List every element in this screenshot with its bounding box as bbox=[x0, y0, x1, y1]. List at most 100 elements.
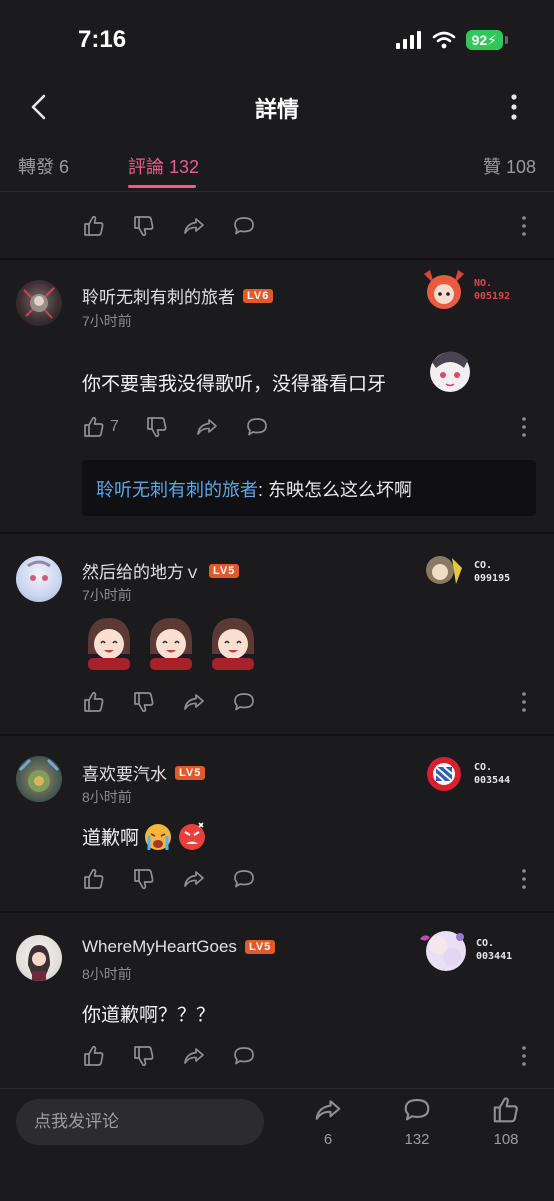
tab-comments[interactable]: 評論 132 bbox=[128, 153, 199, 179]
comment-icon bbox=[234, 693, 254, 711]
reply-button[interactable] bbox=[232, 867, 256, 891]
bottom-action-bar: 6 132 108 bbox=[0, 1088, 554, 1201]
reply-button[interactable] bbox=[232, 1044, 256, 1068]
share-button[interactable] bbox=[182, 1044, 206, 1068]
thumbs-down-icon bbox=[134, 1046, 154, 1067]
repost-button[interactable]: 6 bbox=[298, 1095, 358, 1148]
thumbs-down-icon bbox=[134, 216, 154, 237]
fan-badge: CO. 003544 bbox=[420, 752, 510, 796]
fan-badge: CO. 099195 bbox=[420, 550, 510, 594]
more-options-icon[interactable] bbox=[518, 690, 530, 714]
thumbs-down-icon bbox=[134, 869, 154, 890]
share-button[interactable] bbox=[195, 415, 219, 439]
share-icon bbox=[184, 1048, 204, 1064]
comment-count: 132 bbox=[404, 1131, 430, 1148]
action-row bbox=[82, 866, 282, 892]
like-button[interactable] bbox=[82, 1044, 106, 1068]
reply-content: 聆听无刺有刺的旅者: 东映怎么这么坏啊 bbox=[96, 476, 412, 502]
status-time: 7:16 bbox=[78, 26, 127, 53]
like-button[interactable] bbox=[82, 690, 106, 714]
like-button[interactable] bbox=[82, 214, 106, 238]
dislike-button[interactable] bbox=[132, 1044, 156, 1068]
action-row bbox=[82, 689, 282, 715]
more-options-icon[interactable] bbox=[518, 415, 530, 439]
username[interactable]: 然后给的地方ｖ bbox=[82, 558, 201, 583]
like-post-button[interactable]: 108 bbox=[476, 1095, 536, 1148]
level-badge: LV5 bbox=[209, 563, 240, 578]
timestamp: 8小时前 bbox=[82, 789, 132, 805]
status-icons: 92⚡ bbox=[395, 30, 508, 50]
more-options-icon[interactable] bbox=[518, 1044, 530, 1068]
share-button[interactable] bbox=[182, 690, 206, 714]
badge-art bbox=[426, 556, 462, 584]
avatar[interactable] bbox=[16, 935, 62, 981]
comment-input[interactable] bbox=[16, 1099, 264, 1145]
badge-art bbox=[424, 270, 464, 309]
more-vertical-icon[interactable] bbox=[504, 92, 524, 122]
share-button[interactable] bbox=[182, 867, 206, 891]
page-title: 詳情 bbox=[254, 97, 299, 122]
avatar[interactable] bbox=[16, 556, 62, 602]
avatar-art bbox=[18, 758, 60, 792]
comment-text: 你道歉啊？？？ bbox=[82, 1005, 216, 1026]
like-button[interactable]: 7 bbox=[82, 415, 119, 439]
thumbs-down-icon bbox=[134, 692, 154, 713]
thumbs-up-icon bbox=[84, 868, 104, 889]
divider bbox=[0, 734, 554, 736]
like-button[interactable] bbox=[82, 867, 106, 891]
dislike-button[interactable] bbox=[132, 214, 156, 238]
avatar[interactable] bbox=[16, 280, 62, 326]
thumbs-up-icon bbox=[84, 215, 104, 236]
comment-icon bbox=[234, 1047, 254, 1065]
share-icon bbox=[184, 694, 204, 710]
avatar[interactable] bbox=[16, 756, 62, 802]
sticker-image bbox=[212, 618, 254, 670]
share-icon bbox=[315, 1100, 341, 1120]
comment-button[interactable]: 132 bbox=[387, 1095, 447, 1148]
username[interactable]: WhereMyHeartGoes bbox=[82, 937, 237, 957]
reply-button[interactable] bbox=[232, 214, 256, 238]
divider bbox=[0, 911, 554, 913]
reply-button[interactable] bbox=[245, 415, 269, 439]
dislike-button[interactable] bbox=[145, 415, 169, 439]
share-icon bbox=[184, 871, 204, 887]
divider bbox=[0, 258, 554, 260]
sticker-image bbox=[150, 618, 192, 670]
dislike-button[interactable] bbox=[132, 690, 156, 714]
share-button[interactable] bbox=[182, 214, 206, 238]
action-row bbox=[82, 213, 282, 239]
timestamp: 7小时前 bbox=[82, 313, 132, 329]
reply-button[interactable] bbox=[232, 690, 256, 714]
post-like-count: 108 bbox=[493, 1131, 519, 1148]
active-tab-indicator bbox=[128, 185, 196, 188]
share-icon bbox=[184, 218, 204, 234]
username[interactable]: 聆听无刺有刺的旅者 bbox=[82, 283, 235, 308]
reply-preview[interactable]: 聆听无刺有刺的旅者: 东映怎么这么坏啊 bbox=[82, 460, 536, 516]
fan-badge: CO. 003441 bbox=[416, 925, 512, 975]
badge-art bbox=[420, 931, 466, 971]
comment-body: 道歉啊 bbox=[82, 820, 207, 852]
action-row bbox=[82, 1043, 282, 1069]
nav-header: 詳情 bbox=[0, 80, 554, 134]
more-options-icon[interactable] bbox=[518, 867, 530, 891]
thumbs-down-icon bbox=[147, 417, 167, 438]
dislike-button[interactable] bbox=[132, 867, 156, 891]
badge-number: CO. 099195 bbox=[474, 560, 511, 584]
comment-icon bbox=[404, 1098, 430, 1121]
comment-header: 然后给的地方ｖ LV5 bbox=[82, 558, 240, 583]
thumbs-up-icon bbox=[84, 691, 104, 712]
sticker-image bbox=[88, 618, 130, 670]
comment-icon bbox=[234, 217, 254, 235]
wifi-icon bbox=[432, 31, 455, 49]
badge-number: CO. 003441 bbox=[476, 938, 513, 962]
reply-username[interactable]: 聆听无刺有刺的旅者 bbox=[96, 480, 258, 500]
action-row: 7 bbox=[82, 414, 295, 440]
status-bar: 7:16 92⚡ bbox=[0, 0, 554, 80]
tab-repost[interactable]: 轉發 6 bbox=[18, 153, 69, 179]
avatar-art bbox=[27, 560, 51, 581]
badge-number: CO. 003544 bbox=[474, 762, 511, 786]
angry-emoji-icon bbox=[179, 822, 206, 850]
more-options-icon[interactable] bbox=[518, 214, 530, 238]
username[interactable]: 喜欢要汽水 bbox=[82, 760, 167, 785]
tab-likes[interactable]: 贊 108 bbox=[483, 153, 536, 179]
